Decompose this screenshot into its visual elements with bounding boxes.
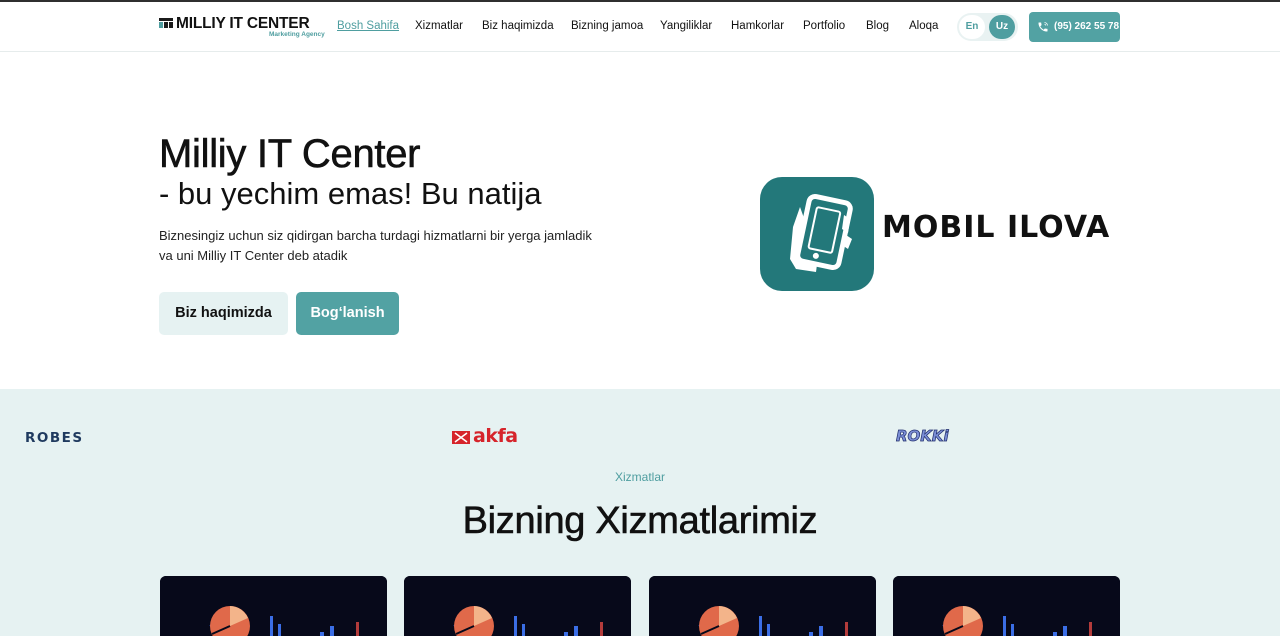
service-card[interactable] [404,576,631,636]
service-card[interactable] [893,576,1120,636]
site-header: MILLIY IT CENTER Marketing Agency Bosh S… [0,0,1280,52]
lang-en-option[interactable]: En [959,15,985,39]
nav-item-aloqa[interactable]: Aloqa [909,20,938,32]
nav-item-bosh-sahifa[interactable]: Bosh Sahifa [337,20,399,32]
service-card-image [893,576,1120,636]
service-card-image [649,576,876,636]
hero-description-line-1: Biznesingiz uchun siz qidirgan barcha tu… [159,228,592,243]
nav-item-hamkorlar[interactable]: Hamkorlar [731,20,784,32]
nav-item-biz-haqimizda[interactable]: Biz haqimizda [482,20,554,32]
service-card[interactable] [160,576,387,636]
hand-phone-icon [790,193,853,272]
lang-uz-option[interactable]: Uz [989,15,1015,39]
hero-subtitle: - bu yechim emas! Bu natija [159,176,542,211]
nav-item-yangiliklar[interactable]: Yangiliklar [660,20,712,32]
mobile-app-banner-text: MOBIL ILOVA [882,210,1111,245]
service-card[interactable] [649,576,876,636]
phone-number: (95) 262 55 78 [1054,21,1120,32]
service-card-image [160,576,387,636]
akfa-wordmark: akfa [473,425,518,447]
logo-mark-icon [159,18,173,28]
language-toggle[interactable]: En Uz [957,13,1018,41]
mobile-app-tile [760,177,874,291]
phone-button[interactable]: (95) 262 55 78 [1029,12,1120,42]
nav-item-xizmatlar[interactable]: Xizmatlar [415,20,463,32]
akfa-mark-icon [452,431,470,444]
logo-subtitle: Marketing Agency [269,31,325,38]
header-topline [0,0,1280,2]
nav-item-blog[interactable]: Blog [866,20,889,32]
phone-icon [1038,22,1048,32]
about-us-button[interactable]: Biz haqimizda [159,292,288,335]
partner-logo-rokki: ROKKi [896,427,949,446]
hero-title: Milliy IT Center [159,132,421,177]
nav-item-portfolio[interactable]: Portfolio [803,20,845,32]
hero-description: Biznesingiz uchun siz qidirgan barcha tu… [159,226,629,265]
service-card-image [404,576,631,636]
nav-item-bizning-jamoa[interactable]: Bizning jamoa [571,20,643,32]
partner-logo-robes: ROBES [25,430,84,446]
hero-description-line-2: va uni Milliy IT Center deb atadik [159,247,348,263]
contact-button[interactable]: Bog‘lanish [296,292,399,335]
services-kicker: Xizmatlar [614,470,665,484]
services-title: Bizning Xizmatlarimiz [462,500,818,543]
